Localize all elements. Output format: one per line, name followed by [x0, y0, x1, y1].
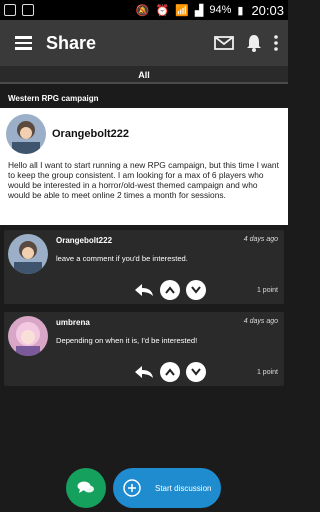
comment-points: 1 point — [256, 369, 278, 376]
mail-icon[interactable] — [214, 36, 234, 50]
comment-points: 1 point — [256, 287, 278, 294]
upvote-button[interactable] — [160, 280, 180, 300]
tab-indicator — [0, 82, 288, 84]
discussion-post: Orangebolt222 Hello all I want to start … — [0, 108, 288, 225]
more-options-icon[interactable] — [274, 35, 278, 51]
menu-button[interactable] — [0, 20, 46, 66]
upvote-button[interactable] — [160, 362, 180, 382]
clock: 20:03 — [251, 2, 284, 18]
comment-time: 4 days ago — [243, 318, 278, 325]
avatar[interactable] — [8, 316, 48, 356]
start-discussion-label: Start discussion — [155, 483, 212, 493]
notification-icon — [4, 4, 16, 16]
voicemail-icon — [22, 4, 34, 16]
app-toolbar: Share — [0, 20, 288, 66]
downvote-button[interactable] — [186, 280, 206, 300]
comment-text: Depending on when it is, I'd be interest… — [56, 336, 198, 345]
plus-circle-icon — [123, 479, 141, 497]
chevron-up-icon — [165, 368, 175, 376]
comment-author[interactable]: Orangebolt222 — [56, 236, 112, 245]
chevron-up-icon — [165, 286, 175, 294]
discussion-title: Western RPG campaign — [0, 90, 288, 108]
comment-text: leave a comment if you'd be interested. — [56, 254, 188, 263]
post-author[interactable]: Orangebolt222 — [52, 128, 129, 140]
mute-icon: 🔕 — [135, 4, 150, 17]
comment-author[interactable]: umbrena — [56, 318, 90, 327]
hamburger-icon — [14, 36, 32, 39]
comment-card: umbrena 4 days ago Depending on when it … — [4, 312, 284, 386]
tab-all[interactable]: All — [138, 70, 150, 80]
comment-time: 4 days ago — [243, 236, 278, 243]
comment-card: Orangebolt222 4 days ago leave a comment… — [4, 230, 284, 304]
tab-bar: All — [0, 66, 288, 84]
avatar[interactable] — [8, 234, 48, 274]
post-body: Hello all I want to start running a new … — [8, 160, 279, 200]
chat-bubbles-icon — [77, 481, 94, 493]
chevron-down-icon — [191, 286, 201, 294]
bell-icon[interactable] — [246, 34, 262, 52]
reply-icon[interactable] — [134, 283, 154, 297]
battery-percentage: 94% — [209, 4, 232, 16]
reply-icon[interactable] — [134, 365, 154, 379]
alarm-icon: ⏰ — [155, 4, 170, 17]
status-bar: 🔕 ⏰ 📶 ▟ 94% ▮ 20:03 — [0, 0, 288, 20]
chat-button[interactable] — [66, 468, 106, 508]
wifi-icon: 📶 — [175, 4, 189, 17]
chevron-down-icon — [191, 368, 201, 376]
signal-icon: ▟ — [194, 4, 204, 17]
avatar[interactable] — [6, 114, 46, 154]
downvote-button[interactable] — [186, 362, 206, 382]
start-discussion-button[interactable]: Start discussion — [113, 468, 221, 508]
battery-icon: ▮ — [237, 4, 244, 17]
page-title: Share — [46, 32, 97, 53]
